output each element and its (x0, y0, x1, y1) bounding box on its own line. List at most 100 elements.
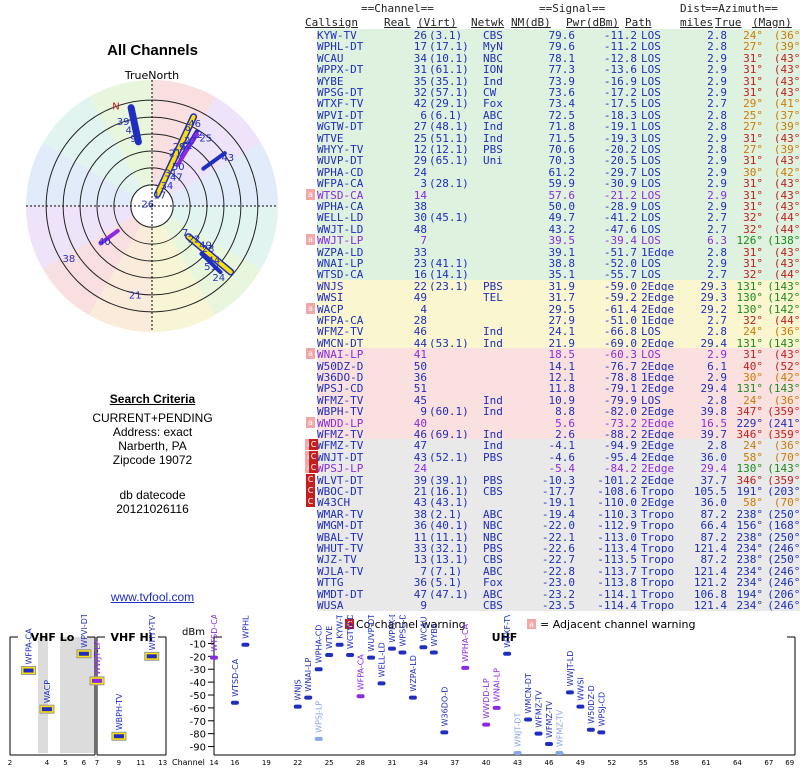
table-row[interactable]: WPHA-CA3850.0-28.9LOS2.931°(43°) (317, 200, 800, 213)
table-row[interactable]: WWDD-LP405.6-73.22Edge16.5229°(241°) (317, 416, 800, 430)
table-row[interactable]: WYBE35(35.1)Ind73.9-16.9LOS2.931°(43°) (317, 74, 800, 88)
table-row[interactable]: W43CH 43 (43.1) -19.1 -110.0 2Edge 36.0 58° (70°… (317, 496, 800, 509)
table-row[interactable]: WMCN-DT 44 (53.1) Ind 21.9 -69.0 2Edge 29.4 131°… (317, 336, 800, 350)
x-tick-label: 25 (325, 759, 334, 767)
table-row[interactable]: WELL-LD30(45.1)49.7-41.2LOS2.732°(44°) (317, 211, 800, 224)
x-tick-label: 4 (45, 759, 50, 767)
panel-label: VHF Lo (31, 631, 75, 644)
table-row[interactable]: WPVI-DT6(6.1)ABC72.5-18.3LOS2.825°(37°) (317, 108, 800, 122)
cell-pwr: -114.4 (597, 599, 637, 612)
table-row[interactable]: WBPH-TV 9 (60.1) Ind 8.8 -82.0 2Edge 39.8 347° (3… (317, 405, 800, 418)
criteria-zip: Zipcode 19072 (112, 453, 193, 467)
table-row[interactable]: WFMZ-TV45Ind10.9-79.9LOS2.824°(36°) (317, 393, 800, 407)
radar-channel-label: 24 (212, 273, 225, 284)
signal-marker (377, 681, 386, 686)
column-header: Path (625, 16, 652, 29)
cell-dist: 121.4 (693, 599, 727, 612)
adjacent-legend-text: = Adjacent channel warning (540, 618, 696, 631)
table-row[interactable]: WNJT-DT 43 (52.1) PBS -4.6 -95.4 2Edge 36.0 58°(… (317, 450, 800, 464)
co-channel-warning-flag: C (306, 473, 315, 485)
x-tick-label: 40 (482, 759, 491, 767)
table-row[interactable]: WPPX-DT 31 (61.1) ION 77.3 -13.6 LOS 2.9 31° (43°… (317, 63, 800, 76)
column-header: True (715, 16, 742, 29)
table-row[interactable]: WJZ-TV 13 (13.1) CBS -22.7 -113.5 Tropo 87.2 238… (317, 553, 800, 566)
signal-marker (387, 646, 396, 651)
table-row[interactable]: WPHA-CD2461.2-29.7LOS2.930°(42°) (317, 165, 800, 179)
signal-marker (367, 655, 376, 660)
radar-channel-label: 51 (204, 262, 217, 273)
table-row[interactable]: WMDT-DT 47 (47.1) ABC -23.2 -114.1 Tropo 106.8 1… (317, 587, 800, 601)
table-row[interactable]: WHYY-TV 12 (12.1) PBS 70.6 -20.2 LOS 2.8 27° (39°… (317, 143, 800, 156)
table-row[interactable]: WJLA-TV 7 (7.1) ABC -22.8 -113.7 Tropo 121.4 234… (317, 564, 800, 578)
table-row[interactable]: WFPA-CA2827.9-51.01Edge2.732°(44°) (317, 314, 800, 327)
table-row[interactable]: WTVE25(51.1)Ind71.5-19.3LOS2.931°(43°) (317, 131, 800, 145)
table-row[interactable]: KYW-TV26(3.1)CBS79.6-11.2LOS2.824°(36°) (317, 29, 800, 42)
table-row[interactable]: WTXF-TV 42 (29.1) Fox 73.4 -17.5 LOS 2.7 29° (41°… (317, 97, 800, 110)
table-row[interactable]: WWJT-LP739.5-39.4LOS6.3126°(138°) (317, 234, 800, 247)
table-row[interactable]: WTTG 36 (5.1) Fox -23.0 -113.8 Tropo 121.2 234°(… (317, 576, 800, 589)
table-row[interactable]: WMAR-TV 38 (2.1) ABC -19.4 -110.3 Tropo 87.2 238… (317, 507, 800, 521)
table-row[interactable]: WPSJ-LP24-5.4-84.22Edge29.4130°(143°) (317, 462, 800, 475)
cell-true: 234° (736, 599, 764, 612)
table-row[interactable]: WUVP-DT 29 (65.1) Uni 70.3 -20.5 LOS 2.9 31° (43°… (317, 154, 800, 167)
signal-marker-label: WFPA-CA (24, 628, 33, 665)
table-row[interactable]: WFMZ-TV47Ind-4.1-94.92Edge2.824°(36°) (317, 439, 800, 452)
table-row[interactable]: WMGM-DT 36 (40.1) NBC -22.0 -112.9 Tropo 66.4 15… (317, 519, 800, 532)
x-tick-label: 5 (63, 759, 67, 767)
y-tick-label: -10 (190, 639, 206, 650)
table-row[interactable]: WCAU34(10.1)NBC78.1-12.8LOS2.931°(43°) (317, 51, 800, 65)
signal-marker (293, 704, 302, 709)
criteria-heading: Search Criteria (109, 392, 196, 406)
table-row[interactable]: WFPA-CA3(28.1)59.9-30.9LOS2.931°(43°) (317, 177, 800, 190)
table-row[interactable]: WFMZ-TV 46 (69.1) Ind 2.6 -88.2 2Edge 39.7 346°(… (317, 428, 800, 441)
table-row[interactable]: W50DZ-D5014.1-76.72Edge6.140°(52°) (317, 359, 800, 373)
table-row[interactable]: WBOC-DT 21 (16.1) CBS -17.7 -108.6 Tropo 105.5 1… (317, 485, 800, 498)
radar-channel-label: 38 (63, 254, 76, 265)
radar-channel-label: 21 (129, 290, 142, 301)
db-code: 20121026116 (116, 502, 189, 516)
signal-marker (241, 642, 250, 647)
table-row[interactable]: WUSA 9 CBS -23.5 -114.4 Tropo 121.4 234°(246°) (317, 599, 800, 612)
signal-marker-label: WFPA-CA (357, 654, 366, 691)
site-link[interactable]: www.tvfool.com (0, 590, 305, 604)
table-row[interactable]: WLVT-DT 39 (39.1) PBS -10.3 -101.2 2Edge 37.7 34… (317, 473, 800, 487)
signal-marker (597, 730, 606, 735)
table-row[interactable]: WZPA-LD3339.1-51.71Edge2.831°(43°) (317, 245, 800, 259)
table-row[interactable]: WBAL-TV 11 (11.1) NBC -22.1 -113.0 Tropo 87.2 23… (317, 530, 800, 544)
table-row[interactable]: WNAI-LP4118.5-60.3LOS2.931°(43°) (317, 348, 800, 361)
signal-marker (41, 707, 52, 712)
table-row[interactable]: WTSD-CA16(14.1)35.1-55.7LOS2.732°(44°) (317, 268, 800, 281)
table-row[interactable]: WPHL-DT 17 (17.1) MyN 79.6 -11.2 LOS 2.8 27° (39°… (317, 40, 800, 53)
table-row[interactable]: W36DO-D3612.1-78.81Edge2.930°(42°) (317, 371, 800, 384)
y-tick-label: -60 (190, 704, 206, 715)
signal-marker-label: WBPH-TV (115, 693, 124, 730)
table-row[interactable]: WTSD-CA1457.6-21.2LOS2.931°(43°) (317, 188, 800, 202)
y-axis-label: dBm (182, 627, 205, 638)
adjacent-warning-flag: a (306, 348, 315, 360)
signal-marker (544, 741, 553, 746)
signal-marker (513, 751, 522, 755)
y-tick-label: -70 (190, 717, 206, 728)
co-channel-warning-flag: C (309, 462, 318, 474)
table-row[interactable]: WPSG-DT32(57.1)CW73.6-17.2LOS2.931°(43°) (317, 86, 800, 99)
table-row[interactable]: WWSI49TEL31.7-59.22Edge29.3130°(142°) (317, 291, 800, 304)
table-row[interactable]: WFMZ-TV46Ind24.1-66.8LOS2.824°(36°) (317, 325, 800, 338)
x-tick-label: 34 (419, 759, 428, 767)
table-row[interactable]: WNAI-LP23(41.1)38.8-52.0LOS2.931°(43°) (317, 257, 800, 270)
signal-marker-label: WPHL-DT (241, 615, 250, 639)
signal-chart-area: C Co-channel warning a = Adjacent channel w… (0, 602, 800, 768)
table-row[interactable]: WPSJ-CD5111.8-79.12Edge29.4131°(143°) (317, 382, 800, 395)
table-row[interactable]: WNJS 22 (23.1) PBS 31.9 -59.0 2Edge 29.3 131° (14… (317, 279, 800, 293)
table-row[interactable]: WHUT-TV 33 (32.1) PBS -22.6 -113.4 Tropo 121.4 2… (317, 542, 800, 555)
table-row[interactable]: WGTW-DT 27 (48.1) Ind 71.8 -19.1 LOS 2.8 27° (39°… (317, 120, 800, 133)
header-group-azimuth: ==Azimuth== (705, 2, 778, 15)
adjacent-warning-flag: a (306, 188, 315, 200)
table-row[interactable]: WWJT-LD4843.2-47.6LOS2.732°(44°) (317, 222, 800, 236)
x-tick-label: 7 (95, 759, 99, 767)
table-row[interactable]: WACP429.5-61.42Edge29.2130°(142°) (317, 302, 800, 316)
x-tick-label: 46 (545, 759, 554, 767)
signal-marker-label: WTSD-CA (210, 615, 219, 652)
column-header: (Virt) (417, 16, 457, 29)
radar-channel-label: 9 (130, 134, 136, 145)
signal-marker (210, 655, 218, 660)
